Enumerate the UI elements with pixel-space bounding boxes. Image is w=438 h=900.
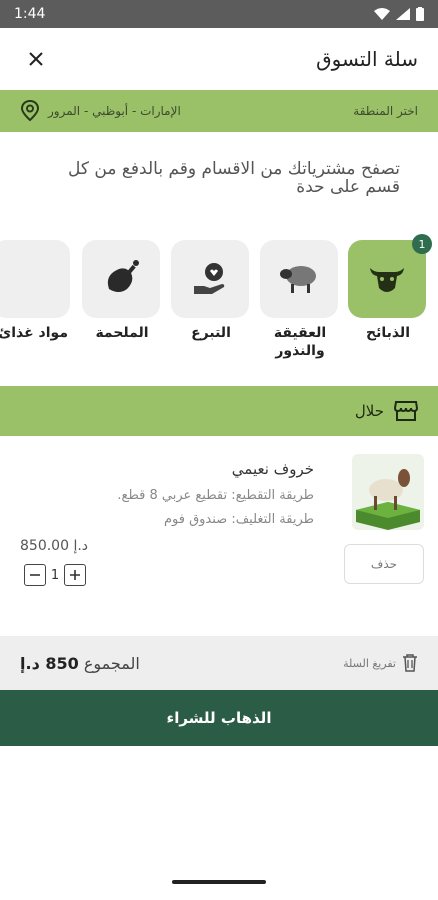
- cow-head-icon: [370, 268, 404, 292]
- region-current: الإمارات - أبوظبي - المرور: [20, 100, 181, 122]
- category-list: 1 الذبائح العقيقة والنذور التبرع الملحمة…: [0, 234, 438, 370]
- quantity-stepper: 1: [24, 564, 86, 586]
- category-label: مواد غذائ: [0, 325, 68, 341]
- category-food[interactable]: مواد غذائ: [0, 240, 72, 342]
- trash-icon: [403, 654, 417, 672]
- category-slaughter[interactable]: 1 الذبائح: [348, 234, 432, 342]
- product-name: خروف نعيمي: [231, 460, 314, 478]
- decrease-quantity-button[interactable]: [24, 564, 46, 586]
- wifi-icon: [374, 8, 390, 20]
- product-packing-method: طريقة التغليف: صندوق فوم: [163, 512, 314, 527]
- region-label: اختر المنطقة: [353, 104, 418, 118]
- category-tile: 1: [348, 234, 432, 318]
- clear-cart-label: تفريغ السلة: [343, 656, 396, 670]
- category-tile: [171, 240, 249, 318]
- status-bar: 1:44: [0, 0, 438, 28]
- increase-quantity-button[interactable]: [64, 564, 86, 586]
- category-tile: [260, 240, 338, 318]
- vendor-name: حلال: [354, 402, 384, 420]
- category-badge: 1: [412, 234, 432, 254]
- cart-summary: المجموع 850 د.إ تفريغ السلة: [0, 636, 438, 690]
- meat-leg-icon: [107, 260, 139, 292]
- region-value: الإمارات - أبوظبي - المرور: [48, 104, 181, 118]
- location-pin-icon: [20, 100, 40, 122]
- quantity-value: 1: [50, 567, 60, 583]
- vendor-header: حلال: [0, 386, 438, 436]
- delete-item-button[interactable]: حذف: [344, 544, 424, 584]
- clear-cart-button[interactable]: تفريغ السلة: [343, 654, 418, 672]
- store-icon: [394, 401, 418, 421]
- product-cut-method: طريقة التقطيع: تقطيع عربي 8 قطع.: [117, 488, 314, 503]
- intro-text: تصفح مشترياتك من الاقسام وقم بالدفع من ك…: [68, 159, 400, 197]
- signal-icon: [396, 8, 410, 20]
- category-label: التبرع: [191, 325, 231, 341]
- category-butchery[interactable]: الملحمة: [82, 240, 162, 342]
- battery-icon: [416, 7, 424, 21]
- status-time: 1:44: [14, 6, 46, 22]
- status-icons: [374, 7, 424, 21]
- minus-icon: [30, 574, 40, 576]
- home-indicator[interactable]: [172, 880, 266, 884]
- total-value: 850 د.إ: [20, 653, 79, 673]
- product-price: 850.00 د.إ: [20, 538, 89, 554]
- product-image: [352, 454, 424, 530]
- cart-item: خروف نعيمي طريقة التقطيع: تقطيع عربي 8 ق…: [0, 450, 438, 610]
- donate-hand-icon: [194, 263, 225, 294]
- category-tile: [0, 240, 70, 318]
- category-label: العقيقة والنذور: [273, 325, 327, 359]
- category-aqiqah[interactable]: العقيقة والنذور: [260, 240, 340, 360]
- sheep-icon: [280, 266, 316, 293]
- category-label: الملحمة: [95, 325, 149, 341]
- close-button[interactable]: [22, 45, 50, 73]
- close-icon: [29, 52, 43, 66]
- category-tile: [82, 240, 160, 318]
- page-title: سلة التسوق: [316, 47, 418, 71]
- total-label: المجموع: [83, 653, 140, 673]
- category-donation[interactable]: التبرع: [171, 240, 251, 342]
- plus-icon: [70, 570, 80, 580]
- top-app-bar: سلة التسوق: [0, 28, 438, 90]
- category-label: الذبائح: [365, 325, 410, 341]
- region-selector[interactable]: الإمارات - أبوظبي - المرور اختر المنطقة: [0, 90, 438, 132]
- cart-total: المجموع 850 د.إ: [20, 654, 140, 673]
- checkout-button[interactable]: الذهاب للشراء: [0, 690, 438, 746]
